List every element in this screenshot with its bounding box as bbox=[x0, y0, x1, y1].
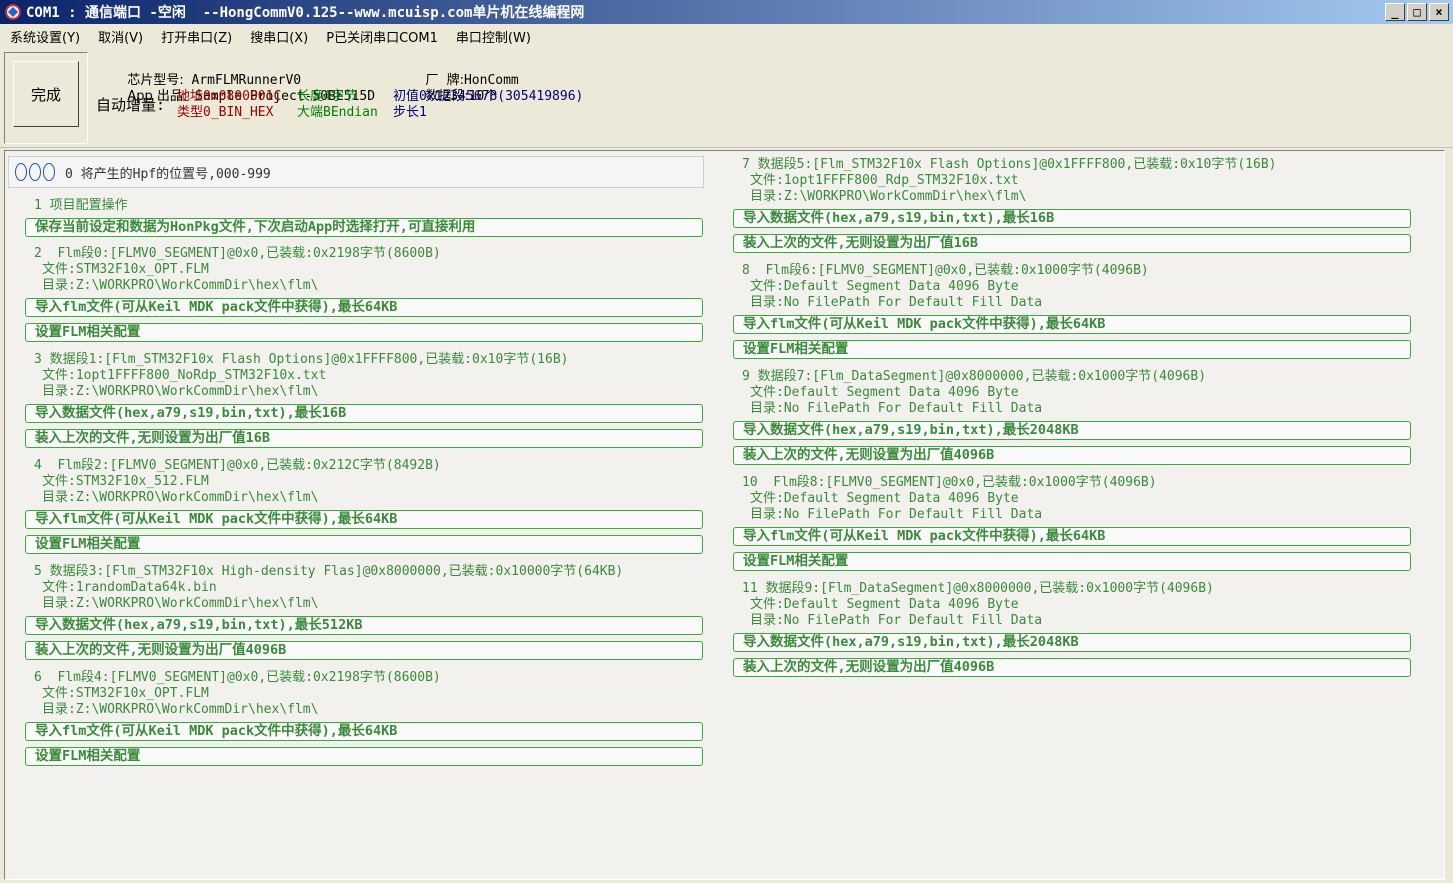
segment-title: 8 Flm段6:[FLMV0_SEGMENT]@0x0,已装载:0x1000字节… bbox=[742, 263, 1149, 278]
segment-file: 文件:Default Segment Data 4096 Byte bbox=[750, 385, 1019, 400]
config-button[interactable]: 装入上次的文件,无则设置为出厂值4096B bbox=[733, 446, 1411, 465]
segment-title: 3 数据段1:[Flm_STM32F10x Flash Options]@0x1… bbox=[34, 352, 569, 367]
step-value[interactable]: 步长1 bbox=[393, 105, 427, 121]
import-file-button[interactable]: 保存当前设定和数据为HonPkg文件,下次启动App时选择打开,可直接利用 bbox=[25, 218, 703, 237]
length-value[interactable]: 长度4字节 bbox=[297, 89, 357, 105]
app-icon bbox=[4, 3, 22, 21]
segment-directory: 目录:No FilePath For Default Fill Data bbox=[750, 507, 1043, 522]
title-bar: COM1 : 通信端口 -空闲 --HongCommV0.125--www.mc… bbox=[0, 0, 1453, 24]
info-panel: 完成 芯片型号: ArmFLMRunnerV0 厂 牌:HonComm App … bbox=[0, 48, 1453, 148]
config-button[interactable]: 设置FLM相关配置 bbox=[25, 747, 703, 766]
segment-file: 文件:1opt1FFFF800_NoRdp_STM32F10x.txt bbox=[42, 368, 327, 383]
segment-title: 1 项目配置操作 bbox=[34, 198, 128, 213]
segment-title: 7 数据段5:[Flm_STM32F10x Flash Options]@0x1… bbox=[742, 157, 1277, 172]
menu-search-port[interactable]: 搜串口(X) bbox=[244, 27, 314, 46]
segment-directory: 目录:Z:\WORKPRO\WorkCommDir\hex\flm\ bbox=[42, 596, 319, 611]
config-button[interactable]: 装入上次的文件,无则设置为出厂值16B bbox=[733, 234, 1411, 253]
import-file-button[interactable]: 导入数据文件(hex,a79,s19,bin,txt),最长2048KB bbox=[733, 633, 1411, 652]
import-file-button[interactable]: 导入数据文件(hex,a79,s19,bin,txt),最长16B bbox=[25, 404, 703, 423]
segment-file: 文件:STM32F10x_OPT.FLM bbox=[42, 262, 209, 277]
segment-directory: 目录:Z:\WORKPRO\WorkCommDir\hex\flm\ bbox=[42, 278, 319, 293]
segment-directory: 目录:Z:\WORKPRO\WorkCommDir\hex\flm\ bbox=[750, 189, 1027, 204]
segment-title: 2 Flm段0:[FLMV0_SEGMENT]@0x0,已装载:0x2198字节… bbox=[34, 246, 441, 261]
segment-file: 文件:1opt1FFFF800_Rdp_STM32F10x.txt bbox=[750, 173, 1019, 188]
config-button[interactable]: 设置FLM相关配置 bbox=[25, 323, 703, 342]
segment-directory: 目录:No FilePath For Default Fill Data bbox=[750, 613, 1043, 628]
position-number-text: 0 将产生的Hpf的位置号,000-999 bbox=[65, 166, 271, 182]
segment-title: 5 数据段3:[Flm_STM32F10x High-density Flas]… bbox=[34, 564, 624, 579]
menu-port-control[interactable]: 串口控制(W) bbox=[450, 27, 537, 46]
done-button-frame: 完成 bbox=[4, 52, 88, 144]
segment-directory: 目录:Z:\WORKPRO\WorkCommDir\hex\flm\ bbox=[42, 384, 319, 399]
segment-directory: 目录:Z:\WORKPRO\WorkCommDir\hex\flm\ bbox=[42, 702, 319, 717]
import-file-button[interactable]: 导入数据文件(hex,a79,s19,bin,txt),最长512KB bbox=[25, 616, 703, 635]
autoinc-label: 自动增量: bbox=[96, 96, 166, 114]
import-file-button[interactable]: 导入flm文件(可从Keil MDK pack文件中获得),最长64KB bbox=[25, 298, 703, 317]
segment-file: 文件:Default Segment Data 4096 Byte bbox=[750, 491, 1019, 506]
import-file-button[interactable]: 导入flm文件(可从Keil MDK pack文件中获得),最长64KB bbox=[25, 722, 703, 741]
segment-file: 文件:STM32F10x_OPT.FLM bbox=[42, 686, 209, 701]
import-file-button[interactable]: 导入flm文件(可从Keil MDK pack文件中获得),最长64KB bbox=[25, 510, 703, 529]
segment-file: 文件:Default Segment Data 4096 Byte bbox=[750, 597, 1019, 612]
endian-value[interactable]: 大端BEndian bbox=[297, 105, 378, 121]
import-file-button[interactable]: 导入数据文件(hex,a79,s19,bin,txt),最长16B bbox=[733, 209, 1411, 228]
done-button[interactable]: 完成 bbox=[13, 61, 79, 127]
config-button[interactable]: 设置FLM相关配置 bbox=[733, 340, 1411, 359]
import-file-button[interactable]: 导入flm文件(可从Keil MDK pack文件中获得),最长64KB bbox=[733, 315, 1411, 334]
import-file-button[interactable]: 导入flm文件(可从Keil MDK pack文件中获得),最长64KB bbox=[733, 527, 1411, 546]
segment-title: 9 数据段7:[Flm_DataSegment]@0x8000000,已装载:0… bbox=[742, 369, 1207, 384]
menu-system-settings[interactable]: 系统设置(Y) bbox=[4, 27, 86, 46]
config-button[interactable]: 装入上次的文件,无则设置为出厂值16B bbox=[25, 429, 703, 448]
segment-file: 文件:Default Segment Data 4096 Byte bbox=[750, 279, 1019, 294]
segment-title: 6 Flm段4:[FLMV0_SEGMENT]@0x0,已装载:0x2198字节… bbox=[34, 670, 441, 685]
segment-title: 11 数据段9:[Flm_DataSegment]@0x8000000,已装载:… bbox=[742, 581, 1214, 596]
segment-directory: 目录:Z:\WORKPRO\WorkCommDir\hex\flm\ bbox=[42, 490, 319, 505]
type-value[interactable]: 类型0_BIN_HEX bbox=[177, 105, 273, 121]
maximize-button[interactable]: □ bbox=[1407, 3, 1427, 21]
window-title: COM1 : 通信端口 -空闲 --HongCommV0.125--www.mc… bbox=[26, 5, 585, 21]
segment-directory: 目录:No FilePath For Default Fill Data bbox=[750, 401, 1043, 416]
radio-1-icon[interactable] bbox=[15, 163, 27, 181]
position-number-header: 0 将产生的Hpf的位置号,000-999 bbox=[8, 156, 704, 188]
menu-bar: 系统设置(Y) 取消(V) 打开串口(Z) 搜串口(X) P已关闭串口COM1 … bbox=[0, 24, 1453, 48]
close-button[interactable]: × bbox=[1429, 3, 1449, 21]
init-value[interactable]: 初值0x12345678(305419896) bbox=[393, 89, 583, 105]
config-button[interactable]: 设置FLM相关配置 bbox=[25, 535, 703, 554]
segment-title: 4 Flm段2:[FLMV0_SEGMENT]@0x0,已装载:0x212C字节… bbox=[34, 458, 441, 473]
config-button[interactable]: 装入上次的文件,无则设置为出厂值4096B bbox=[733, 658, 1411, 677]
segment-title: 10 Flm段8:[FLMV0_SEGMENT]@0x0,已装载:0x1000字… bbox=[742, 475, 1157, 490]
menu-cancel[interactable]: 取消(V) bbox=[92, 27, 149, 46]
config-button[interactable]: 装入上次的文件,无则设置为出厂值4096B bbox=[25, 641, 703, 660]
config-button[interactable]: 设置FLM相关配置 bbox=[733, 552, 1411, 571]
menu-open-port[interactable]: 打开串口(Z) bbox=[155, 27, 238, 46]
addr-value[interactable]: 地址0x0800001C bbox=[177, 89, 281, 105]
minimize-button[interactable]: _ bbox=[1385, 3, 1405, 21]
menu-port-status[interactable]: P已关闭串口COM1 bbox=[320, 27, 444, 46]
segment-directory: 目录:No FilePath For Default Fill Data bbox=[750, 295, 1043, 310]
radio-3-icon[interactable] bbox=[43, 163, 55, 181]
segment-file: 文件:1randomData64k.bin bbox=[42, 580, 217, 595]
radio-2-icon[interactable] bbox=[29, 163, 41, 181]
segment-file: 文件:STM32F10x_512.FLM bbox=[42, 474, 209, 489]
import-file-button[interactable]: 导入数据文件(hex,a79,s19,bin,txt),最长2048KB bbox=[733, 421, 1411, 440]
